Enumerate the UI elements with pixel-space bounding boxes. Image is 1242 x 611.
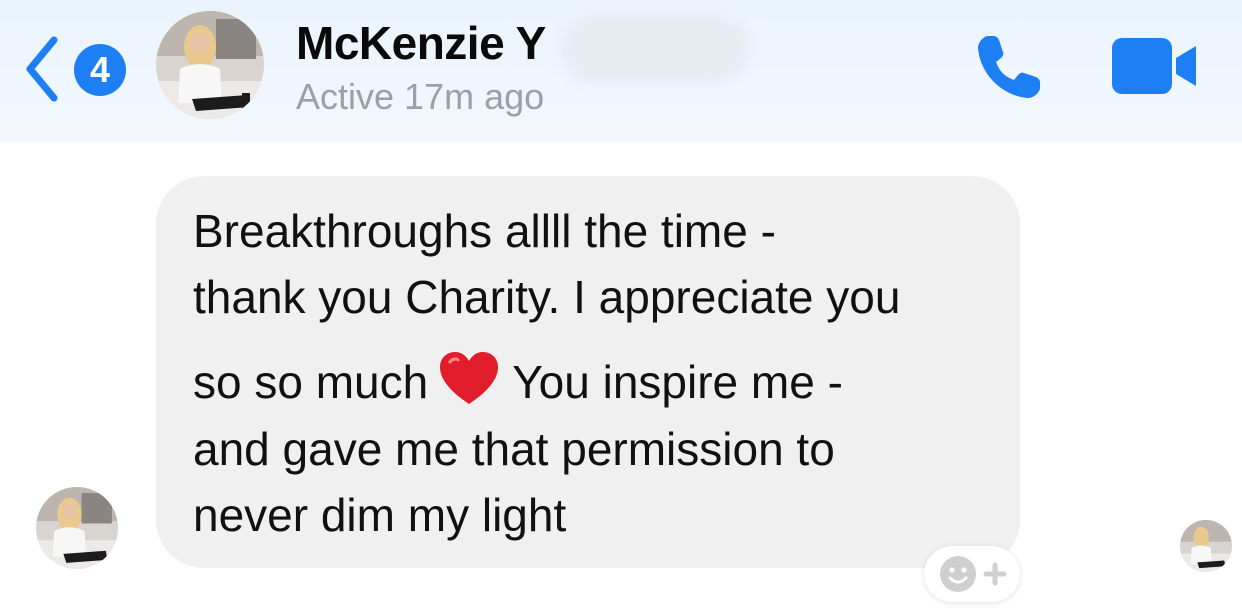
message-line-5: and gave me that permission to bbox=[193, 423, 835, 475]
back-button[interactable]: 4 bbox=[22, 34, 132, 104]
message-line-6: never dim my light bbox=[193, 489, 567, 541]
message-line-1: Breakthroughs allll the time - bbox=[193, 205, 776, 257]
read-receipt-avatar bbox=[1180, 520, 1232, 572]
message-line-3-text: so so much bbox=[193, 356, 429, 408]
redaction-smudge bbox=[560, 14, 750, 84]
message-line-3-tail: You inspire me - bbox=[512, 356, 843, 408]
call-button[interactable] bbox=[972, 30, 1046, 104]
unread-count-badge: 4 bbox=[74, 44, 126, 96]
add-reaction-button[interactable] bbox=[924, 546, 1020, 602]
red-heart-emoji bbox=[438, 350, 500, 419]
video-camera-icon bbox=[1112, 38, 1196, 94]
active-status: Active 17m ago bbox=[296, 76, 545, 117]
chat-header: 4 McKenzie Y Active 17m ago bbox=[0, 0, 1242, 142]
smiley-add-reaction-icon bbox=[940, 556, 1007, 592]
video-call-button[interactable] bbox=[1110, 34, 1200, 98]
sender-avatar[interactable] bbox=[36, 487, 118, 569]
contact-name[interactable]: McKenzie Y bbox=[296, 16, 546, 70]
chevron-left-icon bbox=[26, 36, 58, 102]
message-line-2: thank you Charity. I appreciate you bbox=[193, 271, 901, 323]
message-line-3: so so much You inspire me - bbox=[193, 350, 843, 419]
phone-icon bbox=[978, 36, 1040, 98]
contact-avatar[interactable] bbox=[156, 11, 264, 119]
